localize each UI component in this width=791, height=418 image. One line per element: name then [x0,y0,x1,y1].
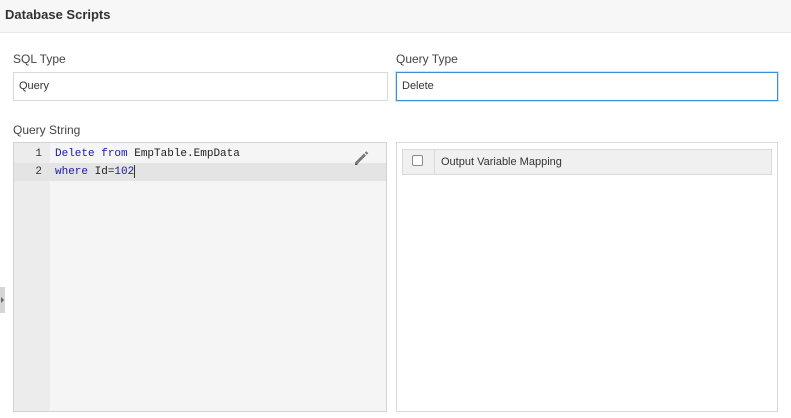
select-all-cell [403,150,435,174]
select-all-checkbox[interactable] [412,155,423,166]
line-code: where Id=102 [55,163,136,181]
text-cursor [134,164,136,178]
page: Database Scripts SQL Type Query Query Ty… [0,0,791,418]
page-title: Database Scripts [5,7,111,22]
text-token: EmpTable.EmpData [127,148,240,160]
keyword-token: Delete [55,148,95,160]
pencil-icon[interactable] [352,149,370,167]
output-variable-mapping-header: Output Variable Mapping [441,156,562,168]
editor-gutter [14,143,50,411]
line-number: 1 [35,148,42,160]
number-token: 102 [114,166,135,178]
query-string-editor[interactable]: 1 Delete from EmpTable.EmpData 2 where Id=1… [13,142,387,412]
sql-type-label: SQL Type [13,52,66,66]
page-header: Database Scripts [0,0,791,33]
query-type-input[interactable]: Delete [396,72,778,101]
code-line[interactable]: 1 Delete from EmpTable.EmpData [14,145,386,163]
keyword-token: from [101,148,128,160]
output-mapping-header: Output Variable Mapping [402,149,772,175]
sql-type-input[interactable]: Query [13,72,388,101]
side-panel-toggle[interactable] [0,287,5,313]
line-code: Delete from EmpTable.EmpData [55,145,240,163]
text-token: Id= [88,166,115,178]
output-mapping-panel: Output Variable Mapping [396,142,778,412]
query-string-label: Query String [13,123,81,137]
query-type-label: Query Type [396,52,458,66]
line-number: 2 [35,166,42,178]
code-line[interactable]: 2 where Id=102 [14,163,386,181]
keyword-token: where [55,166,89,178]
